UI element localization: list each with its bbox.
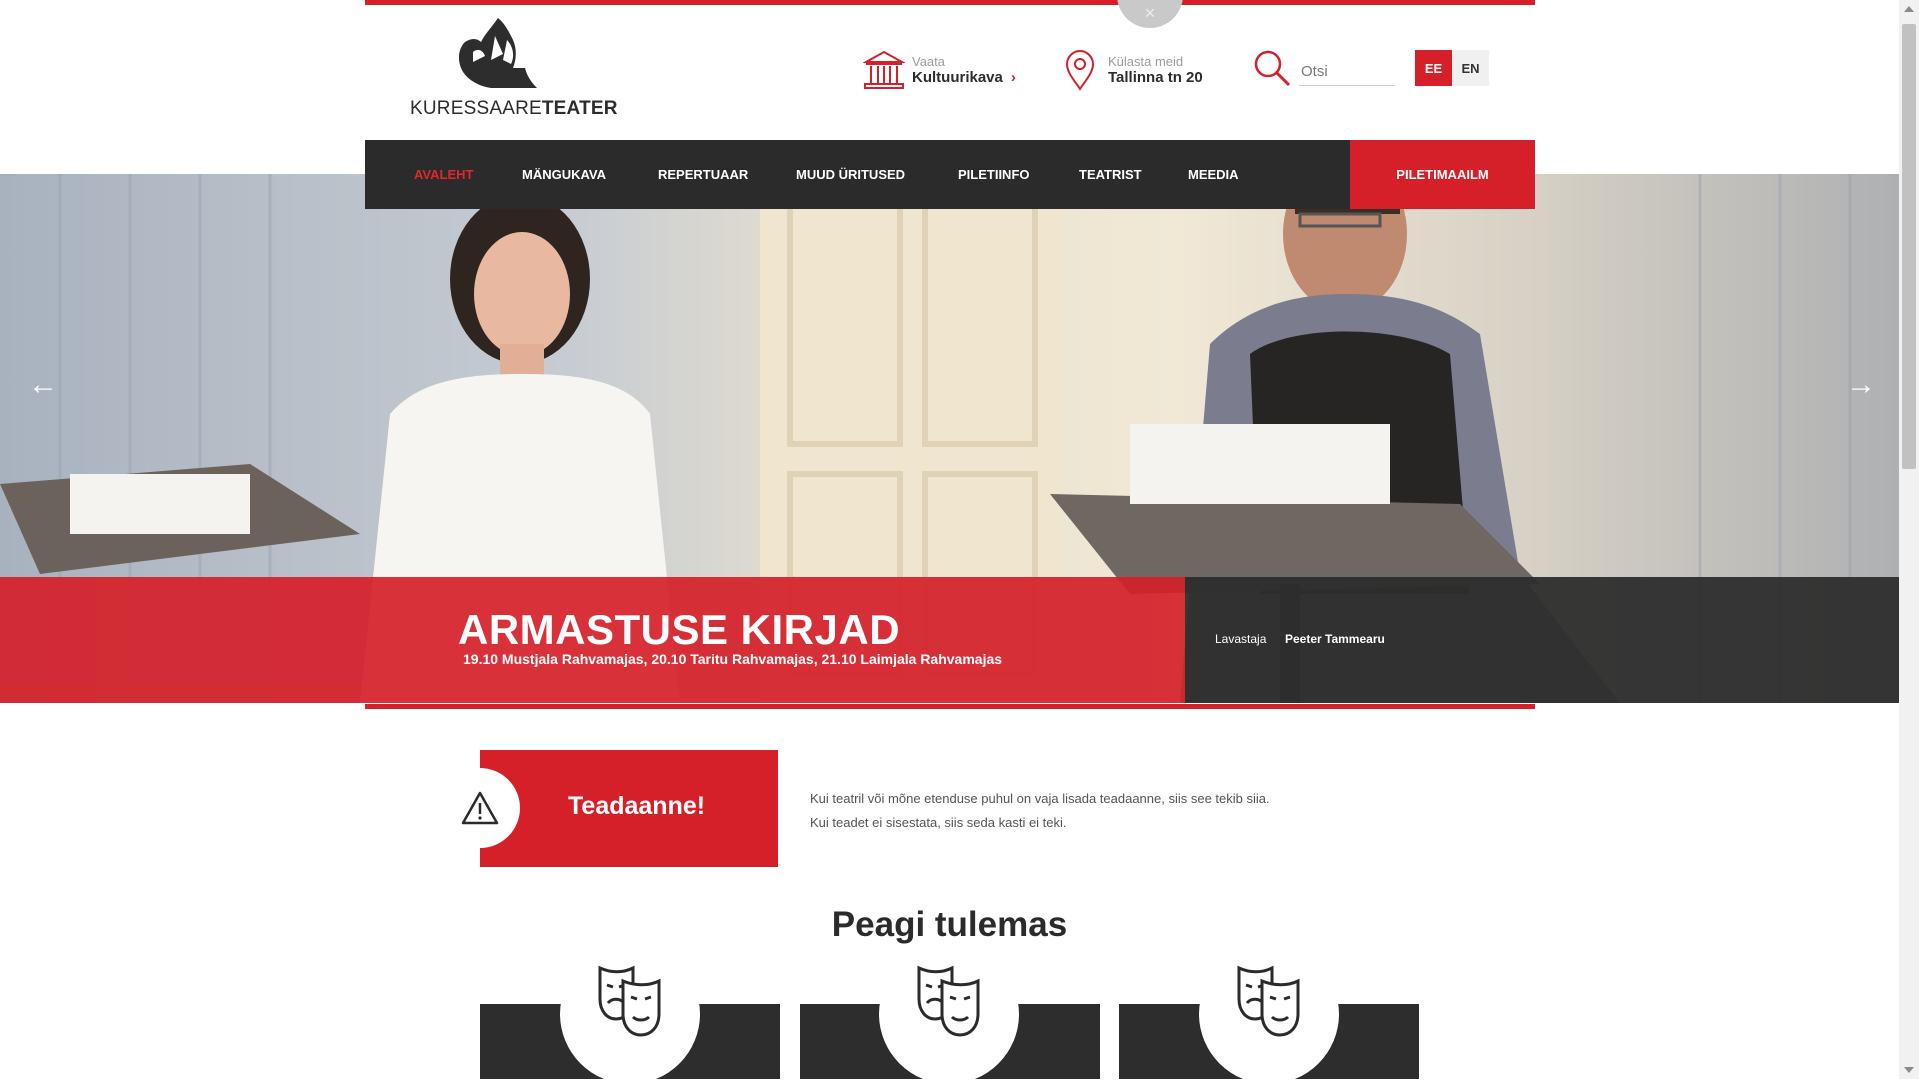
theatre-masks-icon <box>597 965 663 1040</box>
culture-link-text[interactable]: Kultuurikava <box>912 69 1003 86</box>
close-tab-button[interactable]: × <box>1117 0 1183 28</box>
nav-item-teatrist[interactable]: TEATRIST <box>1079 140 1142 209</box>
culture-program-link[interactable]: Vaata Kultuurikava › <box>862 48 1016 92</box>
scroll-up-arrow[interactable] <box>1904 6 1914 12</box>
top-accent-line <box>365 0 1535 5</box>
logo-text: KURESSAARETEATER <box>410 98 618 120</box>
chevron-right-icon: › <box>1010 68 1016 86</box>
scrollbar-thumb[interactable] <box>1902 24 1916 469</box>
visit-us-info[interactable]: Külasta meid Tallinna tn 20 <box>1058 48 1203 92</box>
nav-item-mangukava[interactable]: MÄNGUKAVA <box>522 140 606 209</box>
next-slide-arrow[interactable]: → <box>1846 370 1876 400</box>
nav-item-repertuaar[interactable]: REPERTUAAR <box>658 140 748 209</box>
visit-address: Tallinna tn 20 <box>1108 68 1203 86</box>
notice-title: Teadaanne! <box>568 792 706 820</box>
ship-logo-icon <box>458 18 537 88</box>
logo-text-light: KURESSAARE <box>410 98 542 119</box>
coming-soon-title: Peagi tulemas <box>831 905 1068 944</box>
scroll-down-arrow[interactable] <box>1904 1067 1914 1073</box>
warning-icon <box>460 790 500 826</box>
hero-title[interactable]: ARMASTUSE KIRJAD <box>458 606 900 654</box>
hero-dates: 19.10 Mustjala Rahvamajas, 20.10 Taritu … <box>463 651 1003 667</box>
search-input[interactable] <box>1299 57 1395 86</box>
notice-text: Kui teatril või mõne etenduse puhul on v… <box>810 791 1270 830</box>
visit-label: Külasta meid <box>1108 53 1184 69</box>
theatre-masks-icon <box>1236 965 1302 1040</box>
close-icon: × <box>1144 3 1156 23</box>
nav-item-avaleht[interactable]: AVALEHT <box>414 140 473 209</box>
director-name: Peeter Tammearu <box>1285 632 1385 646</box>
logo-text-bold: TEATER <box>541 98 618 119</box>
prev-slide-arrow[interactable]: ← <box>28 370 58 400</box>
ticket-world-button[interactable]: PILETIMAAILM <box>1350 140 1535 209</box>
director-label: Lavastaja <box>1215 632 1267 646</box>
museum-icon <box>862 48 906 92</box>
nav-item-meedia[interactable]: MEEDIA <box>1188 140 1239 209</box>
nav-item-piletiinfo[interactable]: PILETIINFO <box>958 140 1030 209</box>
logo[interactable]: KURESSAARETEATER <box>410 16 617 120</box>
search-icon[interactable] <box>1252 48 1292 88</box>
culture-label: Vaata <box>912 53 946 69</box>
hero-bottom-accent-line <box>365 704 1535 709</box>
lang-en-button[interactable]: EN <box>1452 50 1489 86</box>
page-scrollbar[interactable] <box>1899 0 1919 1079</box>
theatre-masks-icon <box>916 965 982 1040</box>
nav-item-muud-uritused[interactable]: MUUD ÜRITUSED <box>796 140 905 209</box>
map-pin-icon <box>1058 48 1102 92</box>
lang-ee-button[interactable]: EE <box>1415 50 1452 86</box>
